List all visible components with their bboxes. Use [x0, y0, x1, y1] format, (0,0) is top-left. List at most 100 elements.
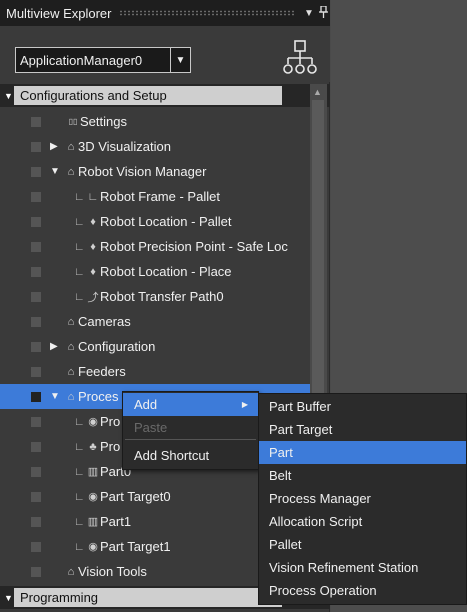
tree-item-label: Settings	[80, 114, 127, 129]
submenu-item-process-manager[interactable]: Process Manager	[259, 487, 466, 510]
tree-connector: ∟	[74, 190, 85, 203]
collapse-triangle-icon[interactable]: ▼	[0, 593, 14, 603]
tree-connector: ∟	[74, 515, 85, 528]
row-checkbox[interactable]	[31, 267, 41, 277]
submenu-item-process-operation[interactable]: Process Operation	[259, 579, 466, 602]
submenu-item-part[interactable]: Part	[259, 441, 466, 464]
tree-item-label: Robot Location - Place	[100, 264, 232, 279]
row-checkbox[interactable]	[31, 517, 41, 527]
row-checkbox[interactable]	[31, 292, 41, 302]
submenu-item-label: Belt	[269, 468, 292, 483]
row-checkbox[interactable]	[31, 192, 41, 202]
part-icon: ▥	[87, 466, 99, 478]
submenu-item-label: Process Manager	[269, 491, 371, 506]
row-checkbox[interactable]	[31, 142, 41, 152]
row-checkbox[interactable]	[31, 392, 41, 402]
collapse-triangle-icon[interactable]: ▼	[0, 91, 14, 101]
expand-triangle-icon[interactable]: ▶	[50, 341, 64, 352]
row-checkbox[interactable]	[31, 342, 41, 352]
section-configurations-label: Configurations and Setup	[14, 86, 282, 105]
dropdown-arrow-icon[interactable]: ▼	[302, 8, 316, 19]
tree-item-label: Part Target1	[100, 539, 171, 554]
row-checkbox[interactable]	[31, 317, 41, 327]
submenu-item-vision-refinement-station[interactable]: Vision Refinement Station	[259, 556, 466, 579]
submenu-item-label: Part Target	[269, 422, 333, 437]
tree-item-robot-frame-pallet[interactable]: ∟ ∟ Robot Frame - Pallet	[0, 184, 310, 209]
menu-separator	[125, 439, 256, 440]
folder-icon: ⌂	[67, 315, 75, 328]
tree-item-robot-precision-point[interactable]: ∟ ♦ Robot Precision Point - Safe Loc	[0, 234, 310, 259]
row-checkbox[interactable]	[31, 467, 41, 477]
row-checkbox[interactable]	[31, 242, 41, 252]
submenu-item-part-buffer[interactable]: Part Buffer	[259, 395, 466, 418]
row-checkbox[interactable]	[31, 442, 41, 452]
tree-connector: ∟	[74, 490, 85, 503]
section-configurations[interactable]: ▼ Configurations and Setup	[0, 84, 330, 107]
menu-item-add-label: Add	[134, 397, 158, 412]
folder-icon: ⌂	[67, 365, 75, 378]
collapse-triangle-icon[interactable]: ▼	[50, 391, 64, 402]
tree-item-3d-visualization[interactable]: ▶ ⌂ 3D Visualization	[0, 134, 310, 159]
panel-titlebar[interactable]: Multiview Explorer ▼	[0, 0, 330, 26]
explorer-toolbar: ApplicationManager0 ▼	[0, 26, 330, 82]
row-checkbox[interactable]	[31, 542, 41, 552]
row-checkbox[interactable]	[31, 567, 41, 577]
menu-item-add[interactable]: Add ▶	[123, 393, 258, 416]
tree-item-feeders[interactable]: ⌂ Feeders	[0, 359, 310, 384]
folder-icon: ⌂	[67, 390, 75, 403]
submenu-item-belt[interactable]: Belt	[259, 464, 466, 487]
process-icon: ♣	[89, 440, 97, 453]
context-menu: Add ▶ Paste Add Shortcut	[122, 391, 259, 470]
tree-item-robot-vision-manager[interactable]: ▼ ⌂ Robot Vision Manager	[0, 159, 310, 184]
tree-item-label: Robot Precision Point - Safe Loc	[100, 239, 288, 254]
tree-item-label: Vision Tools	[78, 564, 147, 579]
tree-item-configuration[interactable]: ▶ ⌂ Configuration	[0, 334, 310, 359]
location-icon: ♦	[90, 215, 96, 228]
tree-item-label: Robot Location - Pallet	[100, 214, 232, 229]
tree-connector: ∟	[74, 265, 85, 278]
tree-item-label: Part1	[100, 514, 132, 529]
folder-icon: ⌂	[67, 565, 75, 578]
tree-item-robot-transfer-path[interactable]: ∟ ⤴ Robot Transfer Path0	[0, 284, 310, 309]
chevron-down-icon[interactable]: ▼	[170, 48, 190, 72]
section-programming-label: Programming	[14, 588, 282, 607]
menu-item-paste-label: Paste	[134, 420, 168, 435]
menu-item-add-shortcut[interactable]: Add Shortcut	[123, 444, 258, 467]
expand-triangle-icon[interactable]: ▶	[50, 141, 64, 152]
tree-item-label: Robot Frame - Pallet	[100, 189, 220, 204]
tree-item-settings[interactable]: ▯▯ Settings	[0, 109, 310, 134]
tree-item-label: Part Target0	[100, 489, 171, 504]
submenu-arrow-icon: ▶	[241, 400, 248, 409]
collapse-triangle-icon[interactable]: ▼	[50, 166, 64, 177]
row-checkbox[interactable]	[31, 417, 41, 427]
row-checkbox[interactable]	[31, 117, 41, 127]
tree-item-label: Robot Vision Manager	[78, 164, 207, 179]
tree-item-robot-location-pallet[interactable]: ∟ ♦ Robot Location - Pallet	[0, 209, 310, 234]
row-checkbox[interactable]	[31, 367, 41, 377]
drag-grip[interactable]	[119, 10, 294, 16]
tree-item-label: 3D Visualization	[78, 139, 171, 154]
tree-item-label: Feeders	[78, 364, 126, 379]
row-checkbox[interactable]	[31, 217, 41, 227]
location-icon: ♦	[90, 240, 96, 253]
hierarchy-icon[interactable]	[283, 40, 317, 76]
tree-item-label: Pro	[100, 439, 121, 454]
application-select-value: ApplicationManager0	[20, 52, 143, 68]
submenu-item-label: Process Operation	[269, 583, 377, 598]
row-checkbox[interactable]	[31, 492, 41, 502]
pin-icon[interactable]	[316, 4, 330, 21]
tree-item-robot-location-place[interactable]: ∟ ♦ Robot Location - Place	[0, 259, 310, 284]
tree-item-cameras[interactable]: ⌂ Cameras	[0, 309, 310, 334]
menu-item-paste: Paste	[123, 416, 258, 439]
tree-item-label: Robot Transfer Path0	[100, 289, 224, 304]
submenu-item-part-target[interactable]: Part Target	[259, 418, 466, 441]
settings-icon: ▯▯	[68, 117, 78, 126]
tree-connector: ∟	[74, 240, 85, 253]
application-select[interactable]: ApplicationManager0 ▼	[15, 47, 191, 73]
tree-item-label: Configuration	[78, 339, 156, 354]
part-icon: ▥	[87, 516, 99, 528]
row-checkbox[interactable]	[31, 167, 41, 177]
scroll-up-icon[interactable]: ▲	[313, 87, 322, 97]
submenu-item-pallet[interactable]: Pallet	[259, 533, 466, 556]
submenu-item-allocation-script[interactable]: Allocation Script	[259, 510, 466, 533]
